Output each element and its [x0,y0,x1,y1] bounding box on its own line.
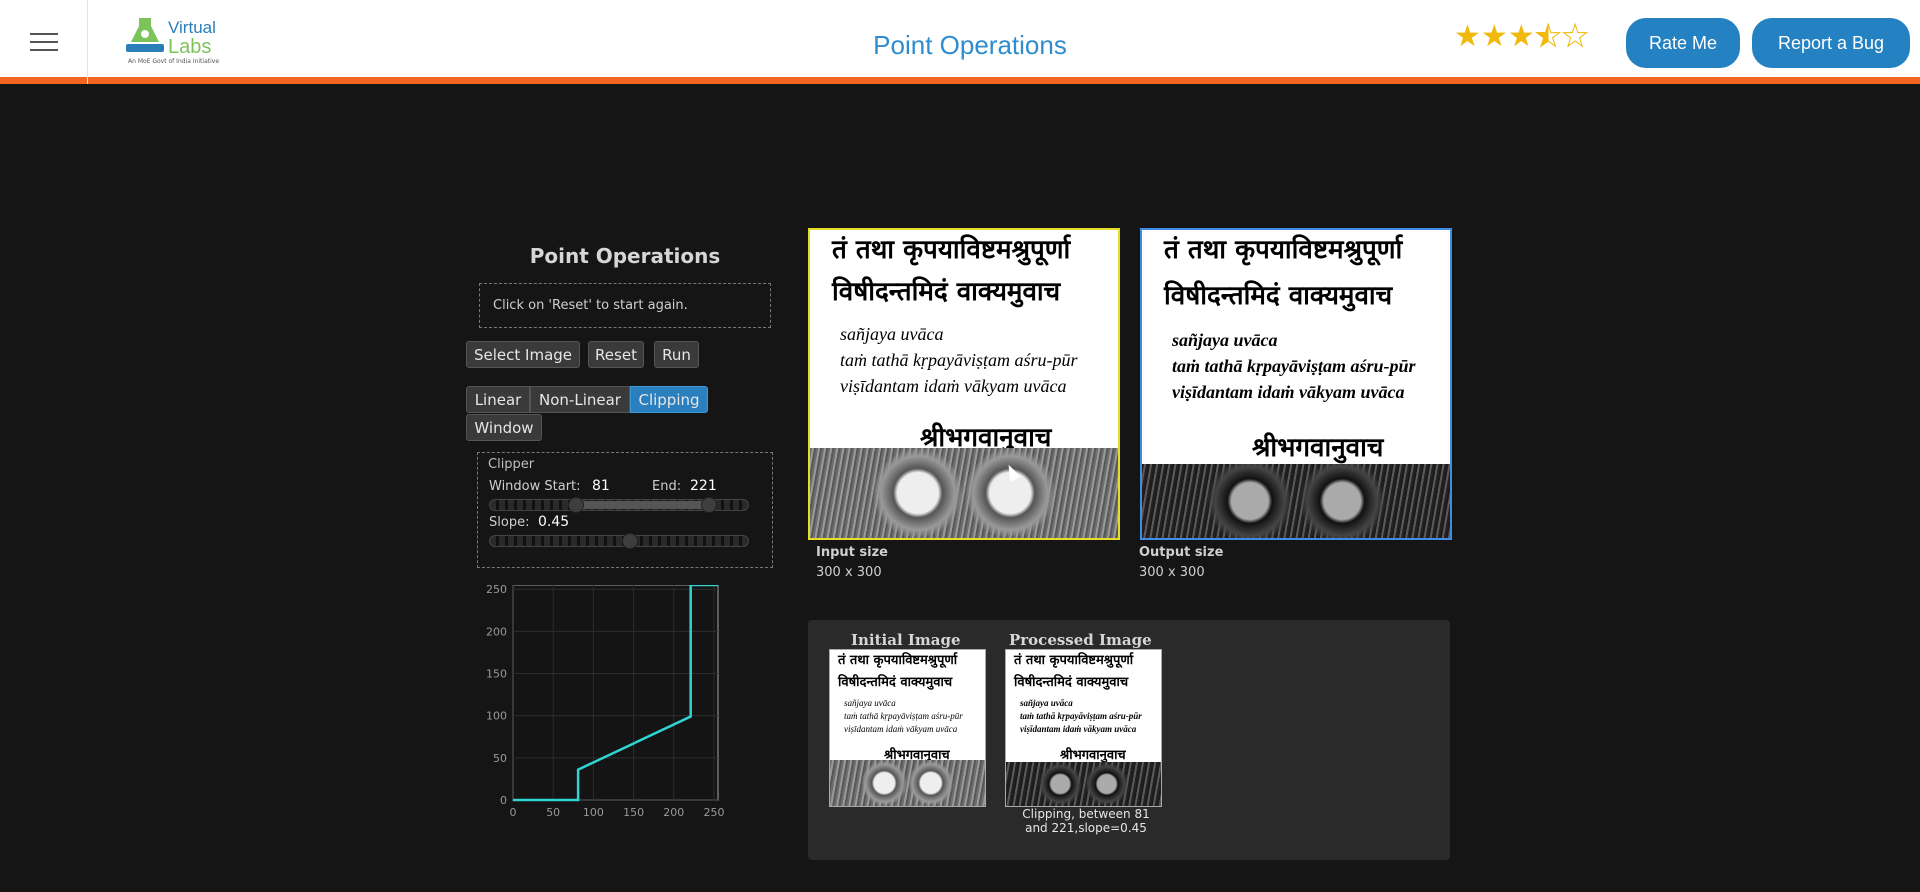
y-tick-label: 250 [486,585,507,596]
clipper-controls: Clipper Window Start: 81 End: 221 Slope:… [477,452,773,568]
baboon-region [1006,762,1161,806]
star-half-icon[interactable]: ★ [1534,19,1562,54]
slope-label: Slope: [489,515,530,530]
slope-handle[interactable] [621,533,638,549]
x-tick-label: 150 [623,806,644,819]
window-start-value: 81 [592,478,610,494]
image-text-line: तं तथा कृपयाविष्टमश्रुपूर्णा [832,235,1071,265]
star-full-icon[interactable]: ★ [1508,20,1535,54]
output-size-caption: Output size [1139,545,1224,560]
baboon-region [830,760,985,806]
y-tick-label: 200 [486,625,507,638]
tab-window[interactable]: Window [466,414,542,441]
y-tick-label: 150 [486,668,507,681]
tab-linear[interactable]: Linear [466,386,530,413]
initial-image-title: Initial Image [851,631,961,649]
y-tick-label: 100 [486,710,507,723]
image-text-line: taṁ tathā kṛpayāviṣṭam aśru-pūr [1020,711,1142,721]
image-text-line: sañjaya uvāca [840,324,944,344]
slope-slider[interactable] [489,533,749,549]
image-text-line: विषीदन्तमिदं वाक्यमुवाच [832,277,1061,307]
y-tick-label: 50 [493,752,507,765]
tab-non-linear[interactable]: Non-Linear [530,386,630,413]
y-tick-label: 0 [500,794,507,807]
window-end-value: 221 [690,478,717,494]
run-button[interactable]: Run [654,341,699,368]
image-text-line: विषीदन्तमिदं वाक्यमुवाच [1014,675,1129,690]
image-text-line: sañjaya uvāca [844,698,896,708]
input-image[interactable]: तं तथा कृपयाविष्टमश्रुपूर्णा विषीदन्तमिद… [808,228,1120,540]
input-size-value: 300 x 300 [816,565,882,580]
plot-area [512,584,719,801]
reset-button[interactable]: Reset [588,341,644,368]
x-tick-label: 100 [583,806,604,819]
baboon-region [810,448,1118,538]
slope-value: 0.45 [538,514,570,530]
baboon-region [1142,464,1450,538]
header-bar: Virtual Labs An MoE Govt of India Initia… [0,0,1920,84]
select-image-button[interactable]: Select Image [466,341,580,368]
image-text-line: विषीदन्तमिदं वाक्यमुवाच [1164,281,1393,311]
image-text-line: श्रीभगवानुवाच [1060,748,1126,763]
tab-clipping[interactable]: Clipping [630,386,708,413]
processed-image-title: Processed Image [1009,631,1152,649]
status-message: Click on 'Reset' to start again. [479,283,771,328]
image-text-line: viṣīdantam idaṁ vākyam uvāca [844,724,958,734]
rate-me-button[interactable]: Rate Me [1626,18,1740,68]
image-text-line: taṁ tathā kṛpayāviṣṭam aśru-pūr [840,350,1078,370]
window-range-slider[interactable] [489,497,749,513]
image-text-line: sañjaya uvāca [1020,698,1073,708]
image-text-line: viṣīdantam idaṁ vākyam uvāca [1020,724,1137,734]
processed-image-thumbnail[interactable]: तं तथा कृपयाविष्टमश्रुपूर्णा विषीदन्तमिद… [1005,649,1162,807]
report-bug-button[interactable]: Report a Bug [1752,18,1910,68]
x-tick-label: 250 [703,806,724,819]
input-size-caption: Input size [816,545,888,560]
image-text-line: तं तथा कृपयाविष्टमश्रुपूर्णा [1164,235,1403,265]
image-text-line: viṣīdantam idaṁ vākyam uvāca [1172,382,1405,402]
initial-image-thumbnail[interactable]: तं तथा कृपयाविष्टमश्रुपूर्णा विषीदन्तमिद… [829,649,986,807]
image-text-line: sañjaya uvāca [1172,330,1278,350]
transfer-function-plot: 0 50 100 150 200 250 0 50 100 150 200 250 [476,583,736,825]
processed-image-caption: Clipping, between 81 and 221,slope=0.45 [1022,807,1150,835]
image-text-line: taṁ tathā kṛpayāviṣṭam aśru-pūr [1172,356,1416,376]
image-text-line: विषीदन्तमिदं वाक्यमुवाच [838,675,953,690]
x-tick-label: 200 [663,806,684,819]
star-full-icon[interactable]: ★ [1454,20,1481,54]
output-image[interactable]: तं तथा कृपयाविष्टमश्रुपूर्णा विषीदन्तमिद… [1140,228,1452,540]
clipper-legend: Clipper [488,457,535,472]
image-text-line: श्रीभगवानुवाच [1252,433,1384,463]
output-size-value: 300 x 300 [1139,565,1205,580]
window-range-fill [575,501,710,509]
image-text-line: taṁ tathā kṛpayāviṣṭam aśru-pūr [844,711,963,721]
window-end-handle[interactable] [701,497,718,513]
transfer-function-svg: 0 50 100 150 200 250 0 50 100 150 200 250 [486,583,724,819]
rating-stars[interactable]: ★ ★ ★ ★ ★ [1454,19,1589,54]
window-start-label: Window Start: [489,479,581,494]
x-tick-label: 0 [510,806,517,819]
window-end-label: End: [652,479,682,494]
image-text-line: तं तथा कृपयाविष्टमश्रुपूर्णा [838,653,958,668]
star-empty-icon[interactable]: ★ [1561,19,1589,54]
window-start-handle[interactable] [567,497,584,513]
x-tick-label: 50 [546,806,560,819]
image-text-line: viṣīdantam idaṁ vākyam uvāca [840,376,1067,396]
image-text-line: तं तथा कृपयाविष्टमश्रुपूर्णा [1014,653,1134,668]
star-full-icon[interactable]: ★ [1481,20,1508,54]
panel-title: Point Operations [529,244,721,268]
